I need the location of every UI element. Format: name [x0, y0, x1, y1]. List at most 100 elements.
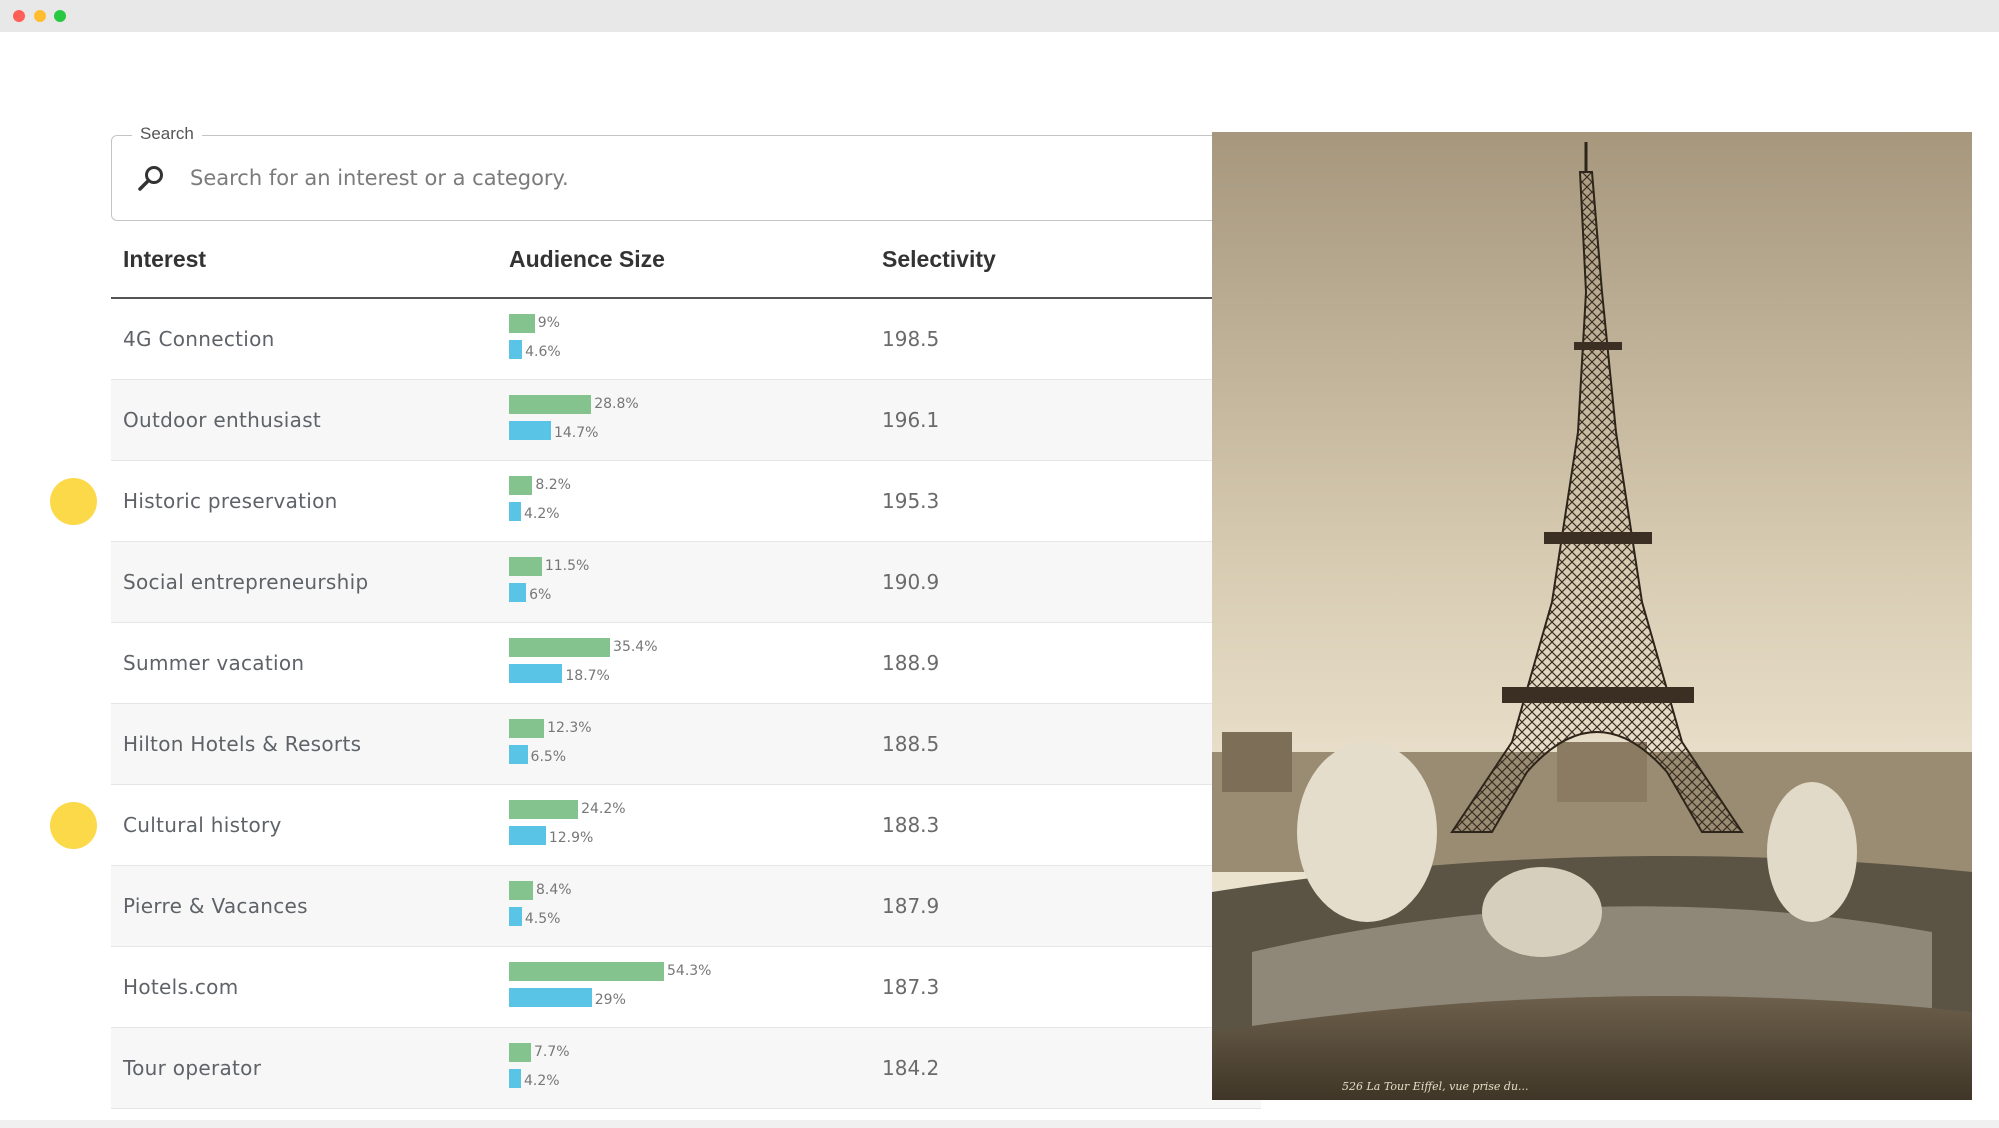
audience-bar-row: 28.8% [509, 394, 639, 414]
audience-pct: 28.8% [594, 396, 639, 412]
close-window-button[interactable] [13, 10, 25, 22]
comparison-bar [509, 582, 527, 602]
header-audience-size[interactable]: Audience Size [509, 222, 665, 297]
interest-name: Cultural history [123, 813, 282, 837]
audience-pct: 9% [537, 315, 560, 331]
comparison-bar [509, 339, 523, 359]
table-header: Interest Audience Size Selectivity [111, 222, 1261, 299]
audience-size-bars: 28.8% 14.7% [509, 394, 869, 448]
table-row[interactable]: Social entrepreneurship 11.5% 6% 190.9 [111, 542, 1261, 623]
audience-size-bars: 8.4% 4.5% [509, 880, 869, 934]
audience-bar [509, 718, 545, 738]
comparison-bar-row: 4.6% [509, 339, 561, 360]
window-titlebar [0, 0, 1999, 32]
maximize-window-button[interactable] [54, 10, 66, 22]
interest-name: Hotels.com [123, 975, 239, 999]
search-icon[interactable] [136, 164, 166, 194]
table-row[interactable]: Pierre & Vacances 8.4% 4.5% 187.9 [111, 866, 1261, 947]
table-row[interactable]: Outdoor enthusiast 28.8% 14.7% 196.1 [111, 380, 1261, 461]
audience-pct: 12.3% [547, 720, 592, 736]
audience-bar-row: 11.5% [509, 556, 589, 576]
comparison-bar-row: 6.5% [509, 744, 567, 765]
audience-size-bars: 9% 4.6% [509, 313, 869, 367]
audience-bar [509, 961, 664, 981]
header-selectivity[interactable]: Selectivity [882, 222, 996, 297]
comparison-bar-row: 4.2% [509, 1068, 560, 1089]
table-row[interactable]: 4G Connection 9% 4.6% 198.5 [111, 299, 1261, 380]
audience-size-bars: 12.3% 6.5% [509, 718, 869, 772]
audience-pct: 35.4% [613, 639, 658, 655]
audience-bar-row: 8.2% [509, 475, 571, 495]
table-body: 4G Connection 9% 4.6% 198.5 Outdoor enthusia… [111, 299, 1261, 1109]
highlight-marker [50, 478, 97, 525]
audience-pct: 24.2% [581, 801, 626, 817]
comparison-bar [509, 501, 521, 521]
table-row[interactable]: Cultural history 24.2% 12.9% 188.3 [111, 785, 1261, 866]
audience-bar-row: 54.3% [509, 961, 711, 981]
comparison-pct: 6.5% [530, 749, 567, 765]
audience-pct: 8.2% [535, 477, 571, 493]
audience-bar-row: 24.2% [509, 799, 626, 819]
audience-size-bars: 24.2% 12.9% [509, 799, 869, 853]
audience-bar-row: 8.4% [509, 880, 572, 900]
interest-name: 4G Connection [123, 327, 275, 351]
comparison-bar [509, 906, 522, 926]
interest-name: Hilton Hotels & Resorts [123, 732, 362, 756]
selectivity-value: 187.3 [882, 975, 940, 999]
audience-bar-row: 9% [509, 313, 560, 333]
window-bottom-edge [0, 1120, 1999, 1128]
comparison-bar-row: 29% [509, 987, 626, 1008]
search-legend: Search [132, 124, 202, 144]
comparison-pct: 4.6% [525, 344, 561, 360]
comparison-pct: 4.2% [523, 506, 560, 522]
audience-pct: 11.5% [544, 558, 590, 574]
comparison-pct: 6% [529, 587, 552, 603]
comparison-bar-row: 14.7% [509, 420, 599, 441]
audience-bar [509, 799, 579, 819]
comparison-bar [509, 825, 546, 845]
comparison-bar [509, 987, 592, 1007]
header-interest[interactable]: Interest [123, 222, 206, 297]
table-row[interactable]: Historic preservation 8.2% 4.2% 195.3 [111, 461, 1261, 542]
audience-size-bars: 7.7% 4.2% [509, 1042, 869, 1096]
interest-name: Outdoor enthusiast [123, 408, 322, 432]
audience-size-bars: 35.4% 18.7% [509, 637, 869, 691]
comparison-bar [509, 1068, 521, 1088]
audience-bar [509, 475, 533, 495]
interest-name: Historic preservation [123, 489, 338, 513]
photo-caption: 526 La Tour Eiffel, vue prise du... [1342, 1080, 1529, 1093]
interest-name: Summer vacation [123, 651, 305, 675]
audience-pct: 8.4% [535, 882, 572, 898]
audience-size-bars: 8.2% 4.2% [509, 475, 869, 529]
audience-bar [509, 1042, 531, 1062]
table-row[interactable]: Hilton Hotels & Resorts 12.3% 6.5% 188.5 [111, 704, 1261, 785]
highlight-marker [50, 802, 97, 849]
audience-bar-row: 12.3% [509, 718, 592, 738]
audience-bar [509, 313, 535, 333]
interest-name: Pierre & Vacances [123, 894, 308, 918]
table-row[interactable]: Hotels.com 54.3% 29% 187.3 [111, 947, 1261, 1028]
comparison-bar [509, 420, 551, 440]
audience-bar-row: 35.4% [509, 637, 658, 657]
minimize-window-button[interactable] [34, 10, 46, 22]
interest-table: Interest Audience Size Selectivity 4G Co… [111, 222, 1261, 1109]
comparison-pct: 29% [594, 992, 626, 1008]
search-input[interactable] [190, 158, 1190, 198]
selectivity-value: 198.5 [882, 327, 940, 351]
selectivity-value: 195.3 [882, 489, 940, 513]
interest-name: Social entrepreneurship [123, 570, 369, 594]
table-row[interactable]: Summer vacation 35.4% 18.7% 188.9 [111, 623, 1261, 704]
comparison-pct: 4.2% [523, 1073, 560, 1089]
selectivity-value: 187.9 [882, 894, 940, 918]
comparison-pct: 14.7% [553, 425, 599, 441]
comparison-bar-row: 12.9% [509, 825, 594, 846]
audience-bar [509, 880, 533, 900]
comparison-pct: 12.9% [548, 830, 594, 846]
audience-size-bars: 54.3% 29% [509, 961, 869, 1015]
eiffel-tower-image: 526 La Tour Eiffel, vue prise du... [1212, 132, 1972, 1100]
interest-name: Tour operator [123, 1056, 262, 1080]
table-row[interactable]: Tour operator 7.7% 4.2% 184.2 [111, 1028, 1261, 1109]
comparison-bar [509, 744, 528, 764]
selectivity-value: 188.9 [882, 651, 940, 675]
audience-pct: 7.7% [533, 1044, 570, 1060]
